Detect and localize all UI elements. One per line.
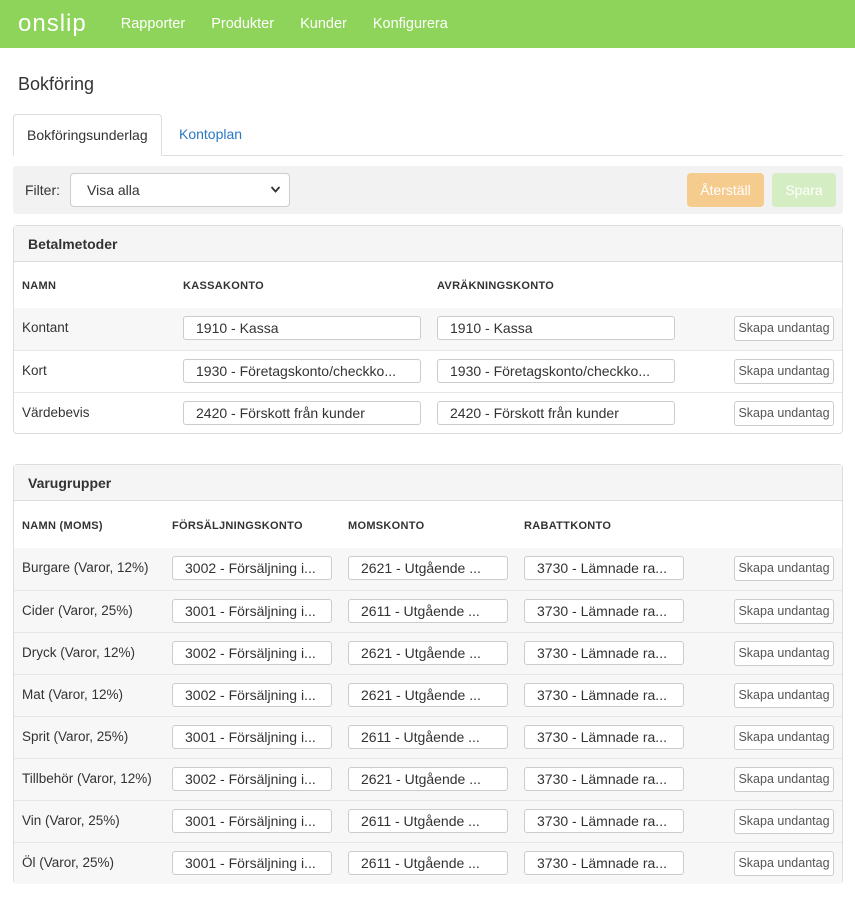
kassakonto-field[interactable]: 2420 - Förskott från kunder	[183, 401, 421, 425]
row-name: Cider (Varor, 25%)	[22, 603, 133, 618]
filter-selected-value: Visa alla	[87, 182, 140, 198]
forsaljningskonto-field[interactable]: 3001 - Försäljning i...	[172, 851, 332, 875]
payment-methods-panel: Betalmetoder NAMN KASSAKONTO AVRÄKNINGSK…	[13, 225, 843, 434]
avrakningskonto-field[interactable]: 1930 - Företagskonto/checkko...	[437, 359, 675, 383]
kassakonto-field[interactable]: 1930 - Företagskonto/checkko...	[183, 359, 421, 383]
forsaljningskonto-field[interactable]: 3001 - Försäljning i...	[172, 725, 332, 749]
filter-select[interactable]: Visa alla	[70, 173, 290, 207]
row-name: Vin (Varor, 25%)	[22, 813, 120, 828]
product-groups-panel: Varugrupper NAMN (MOMS) FÖRSÄLJNINGSKONT…	[13, 464, 843, 884]
forsaljningskonto-field[interactable]: 3002 - Försäljning i...	[172, 556, 332, 580]
column-header-forsaljningskonto: FÖRSÄLJNINGSKONTO	[172, 520, 303, 532]
nav-konfigurera[interactable]: Konfigurera	[373, 16, 448, 32]
onslip-logo[interactable]: onslip	[18, 12, 87, 36]
nav-produkter[interactable]: Produkter	[211, 16, 274, 32]
forsaljningskonto-field[interactable]: 3002 - Försäljning i...	[172, 683, 332, 707]
table-row: Cider (Varor, 25%) 3001 - Försäljning i..…	[14, 590, 842, 632]
forsaljningskonto-field[interactable]: 3002 - Försäljning i...	[172, 767, 332, 791]
panel-title: Betalmetoder	[14, 226, 842, 262]
rabattkonto-field[interactable]: 3730 - Lämnade ra...	[524, 809, 684, 833]
momskonto-field[interactable]: 2621 - Utgående ...	[348, 556, 508, 580]
top-navbar: onslip Rapporter Produkter Kunder Konfig…	[0, 0, 855, 48]
rabattkonto-field[interactable]: 3730 - Lämnade ra...	[524, 556, 684, 580]
create-exception-button[interactable]: Skapa undantag	[734, 641, 834, 666]
column-header-name-moms: NAMN (MOMS)	[22, 520, 103, 532]
momskonto-field[interactable]: 2621 - Utgående ...	[348, 641, 508, 665]
row-name: Sprit (Varor, 25%)	[22, 729, 129, 744]
tab-bar: Bokföringsunderlag Kontoplan	[13, 114, 843, 156]
row-name: Kort	[22, 363, 47, 378]
rabattkonto-field[interactable]: 3730 - Lämnade ra...	[524, 683, 684, 707]
create-exception-button[interactable]: Skapa undantag	[734, 767, 834, 792]
momskonto-field[interactable]: 2611 - Utgående ...	[348, 809, 508, 833]
forsaljningskonto-field[interactable]: 3001 - Försäljning i...	[172, 809, 332, 833]
table-row: Kort 1930 - Företagskonto/checkko... 1930 …	[14, 350, 842, 392]
avrakningskonto-field[interactable]: 2420 - Förskott från kunder	[437, 401, 675, 425]
rabattkonto-field[interactable]: 3730 - Lämnade ra...	[524, 851, 684, 875]
create-exception-button[interactable]: Skapa undantag	[734, 851, 834, 876]
avrakningskonto-field[interactable]: 1910 - Kassa	[437, 316, 675, 340]
table-row: Vin (Varor, 25%) 3001 - Försäljning i... 2…	[14, 800, 842, 842]
nav-rapporter[interactable]: Rapporter	[121, 16, 185, 32]
tab-kontoplan[interactable]: Kontoplan	[166, 114, 255, 156]
rabattkonto-field[interactable]: 3730 - Lämnade ra...	[524, 599, 684, 623]
rabattkonto-field[interactable]: 3730 - Lämnade ra...	[524, 641, 684, 665]
rabattkonto-field[interactable]: 3730 - Lämnade ra...	[524, 725, 684, 749]
momskonto-field[interactable]: 2621 - Utgående ...	[348, 767, 508, 791]
row-name: Mat (Varor, 12%)	[22, 687, 124, 702]
table-row: Värdebevis 2420 - Förskott från kunder 242…	[14, 392, 842, 434]
page-title: Bokföring	[18, 74, 95, 94]
reset-button[interactable]: Återställ	[687, 173, 764, 207]
rabattkonto-field[interactable]: 3730 - Lämnade ra...	[524, 767, 684, 791]
panel-title: Varugrupper	[14, 465, 842, 501]
table-row: Öl (Varor, 25%) 3001 - Försäljning i... 26…	[14, 842, 842, 884]
row-name: Kontant	[22, 320, 69, 335]
table-row: Dryck (Varor, 12%) 3002 - Försäljning i..…	[14, 632, 842, 674]
table-row: Burgare (Varor, 12%) 3002 - Försäljning i…	[14, 548, 842, 590]
forsaljningskonto-field[interactable]: 3001 - Försäljning i...	[172, 599, 332, 623]
create-exception-button[interactable]: Skapa undantag	[734, 316, 834, 341]
create-exception-button[interactable]: Skapa undantag	[734, 401, 834, 426]
momskonto-field[interactable]: 2621 - Utgående ...	[348, 683, 508, 707]
table-row: Kontant 1910 - Kassa 1910 - Kassa Skapa und…	[14, 308, 842, 350]
row-name: Värdebevis	[22, 405, 90, 420]
create-exception-button[interactable]: Skapa undantag	[734, 683, 834, 708]
create-exception-button[interactable]: Skapa undantag	[734, 725, 834, 750]
create-exception-button[interactable]: Skapa undantag	[734, 809, 834, 834]
kassakonto-field[interactable]: 1910 - Kassa	[183, 316, 421, 340]
momskonto-field[interactable]: 2611 - Utgående ...	[348, 725, 508, 749]
column-header-avrakningskonto: AVRÄKNINGSKONTO	[437, 280, 555, 292]
chevron-down-icon	[270, 174, 281, 219]
save-button[interactable]: Spara	[772, 173, 836, 207]
forsaljningskonto-field[interactable]: 3002 - Försäljning i...	[172, 641, 332, 665]
create-exception-button[interactable]: Skapa undantag	[734, 556, 834, 581]
filter-bar: Filter: Visa alla Återställ Spara	[13, 166, 843, 214]
momskonto-field[interactable]: 2611 - Utgående ...	[348, 851, 508, 875]
row-name: Tillbehör (Varor, 12%)	[22, 771, 152, 786]
filter-label: Filter:	[25, 182, 60, 198]
row-name: Burgare (Varor, 12%)	[22, 560, 149, 575]
create-exception-button[interactable]: Skapa undantag	[734, 359, 834, 384]
momskonto-field[interactable]: 2611 - Utgående ...	[348, 599, 508, 623]
column-header-name: NAMN	[22, 280, 57, 292]
create-exception-button[interactable]: Skapa undantag	[734, 599, 834, 624]
column-header-kassakonto: KASSAKONTO	[183, 280, 265, 292]
row-name: Öl (Varor, 25%)	[22, 855, 115, 870]
table-row: Sprit (Varor, 25%) 3001 - Försäljning i..…	[14, 716, 842, 758]
table-row: Mat (Varor, 12%) 3002 - Försäljning i... 2…	[14, 674, 842, 716]
table-row: Tillbehör (Varor, 12%) 3002 - Försäljning…	[14, 758, 842, 800]
row-name: Dryck (Varor, 12%)	[22, 645, 136, 660]
column-header-rabattkonto: RABATTKONTO	[524, 520, 612, 532]
column-header-momskonto: MOMSKONTO	[348, 520, 425, 532]
tab-bokforingsunderlag[interactable]: Bokföringsunderlag	[13, 114, 162, 156]
nav-kunder[interactable]: Kunder	[300, 16, 347, 32]
